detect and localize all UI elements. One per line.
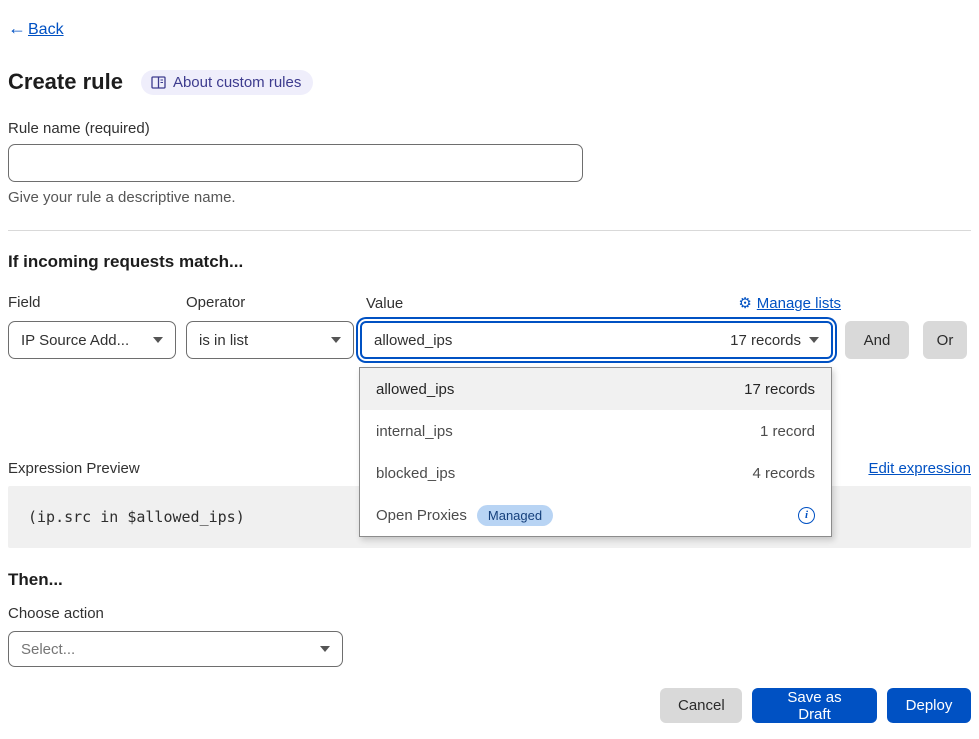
chevron-down-icon: [809, 337, 819, 343]
cancel-button[interactable]: Cancel: [660, 688, 742, 723]
option-record-count: 4 records: [752, 465, 815, 482]
expression-preview-label: Expression Preview: [8, 460, 140, 477]
rule-name-helper: Give your rule a descriptive name.: [8, 189, 971, 207]
book-icon: [151, 76, 166, 89]
option-name: Open Proxies: [376, 507, 467, 524]
value-select-value: allowed_ips: [374, 332, 452, 349]
save-as-draft-button[interactable]: Save as Draft: [752, 688, 877, 723]
choose-action-label: Choose action: [8, 605, 971, 623]
manage-lists-link[interactable]: ⚙ Manage lists: [738, 295, 841, 312]
dropdown-option-internal-ips[interactable]: internal_ips 1 record: [360, 410, 831, 452]
dropdown-option-open-proxies[interactable]: Open Proxies Managed i: [360, 494, 831, 536]
back-arrow-icon: ←: [8, 18, 26, 38]
back-link[interactable]: ←Back: [8, 18, 64, 39]
field-label: Field: [8, 294, 176, 312]
info-icon[interactable]: i: [798, 507, 815, 524]
rule-name-label: Rule name (required): [8, 120, 971, 138]
option-name: allowed_ips: [376, 381, 454, 398]
about-custom-rules-link[interactable]: About custom rules: [141, 70, 313, 95]
option-record-count: 1 record: [760, 423, 815, 440]
about-custom-rules-label: About custom rules: [173, 74, 301, 91]
edit-expression-label: Edit expression: [868, 460, 971, 477]
section-divider: [8, 230, 971, 231]
managed-badge: Managed: [477, 505, 553, 526]
then-section-heading: Then...: [8, 570, 971, 592]
chevron-down-icon: [153, 337, 163, 343]
operator-select[interactable]: is in list: [186, 321, 354, 359]
chevron-down-icon: [320, 646, 330, 652]
page-title: Create rule: [8, 69, 123, 95]
field-select-value: IP Source Add...: [21, 332, 129, 349]
or-button[interactable]: Or: [923, 321, 967, 359]
dropdown-option-blocked-ips[interactable]: blocked_ips 4 records: [360, 452, 831, 494]
operator-label: Operator: [186, 294, 354, 312]
field-select[interactable]: IP Source Add...: [8, 321, 176, 359]
operator-select-value: is in list: [199, 332, 248, 349]
gear-icon: ⚙: [738, 296, 751, 311]
chevron-down-icon: [331, 337, 341, 343]
rule-name-input[interactable]: [8, 144, 583, 182]
action-select-placeholder: Select...: [21, 641, 75, 658]
and-button[interactable]: And: [845, 321, 909, 359]
deploy-button[interactable]: Deploy: [887, 688, 971, 723]
edit-expression-link[interactable]: Edit expression: [868, 460, 971, 477]
back-link-label: Back: [28, 21, 64, 38]
option-name: blocked_ips: [376, 465, 455, 482]
option-record-count: 17 records: [744, 381, 815, 398]
manage-lists-label: Manage lists: [757, 295, 841, 312]
dropdown-option-allowed-ips[interactable]: allowed_ips 17 records: [360, 368, 831, 410]
expression-code: (ip.src in $allowed_ips): [28, 508, 245, 526]
value-select-records: 17 records: [730, 332, 801, 349]
value-select[interactable]: allowed_ips 17 records: [360, 321, 833, 359]
action-select[interactable]: Select...: [8, 631, 343, 667]
option-name: internal_ips: [376, 423, 453, 440]
value-label: Value: [366, 295, 403, 312]
match-section-heading: If incoming requests match...: [8, 252, 971, 274]
value-dropdown-panel: allowed_ips 17 records internal_ips 1 re…: [359, 367, 832, 537]
